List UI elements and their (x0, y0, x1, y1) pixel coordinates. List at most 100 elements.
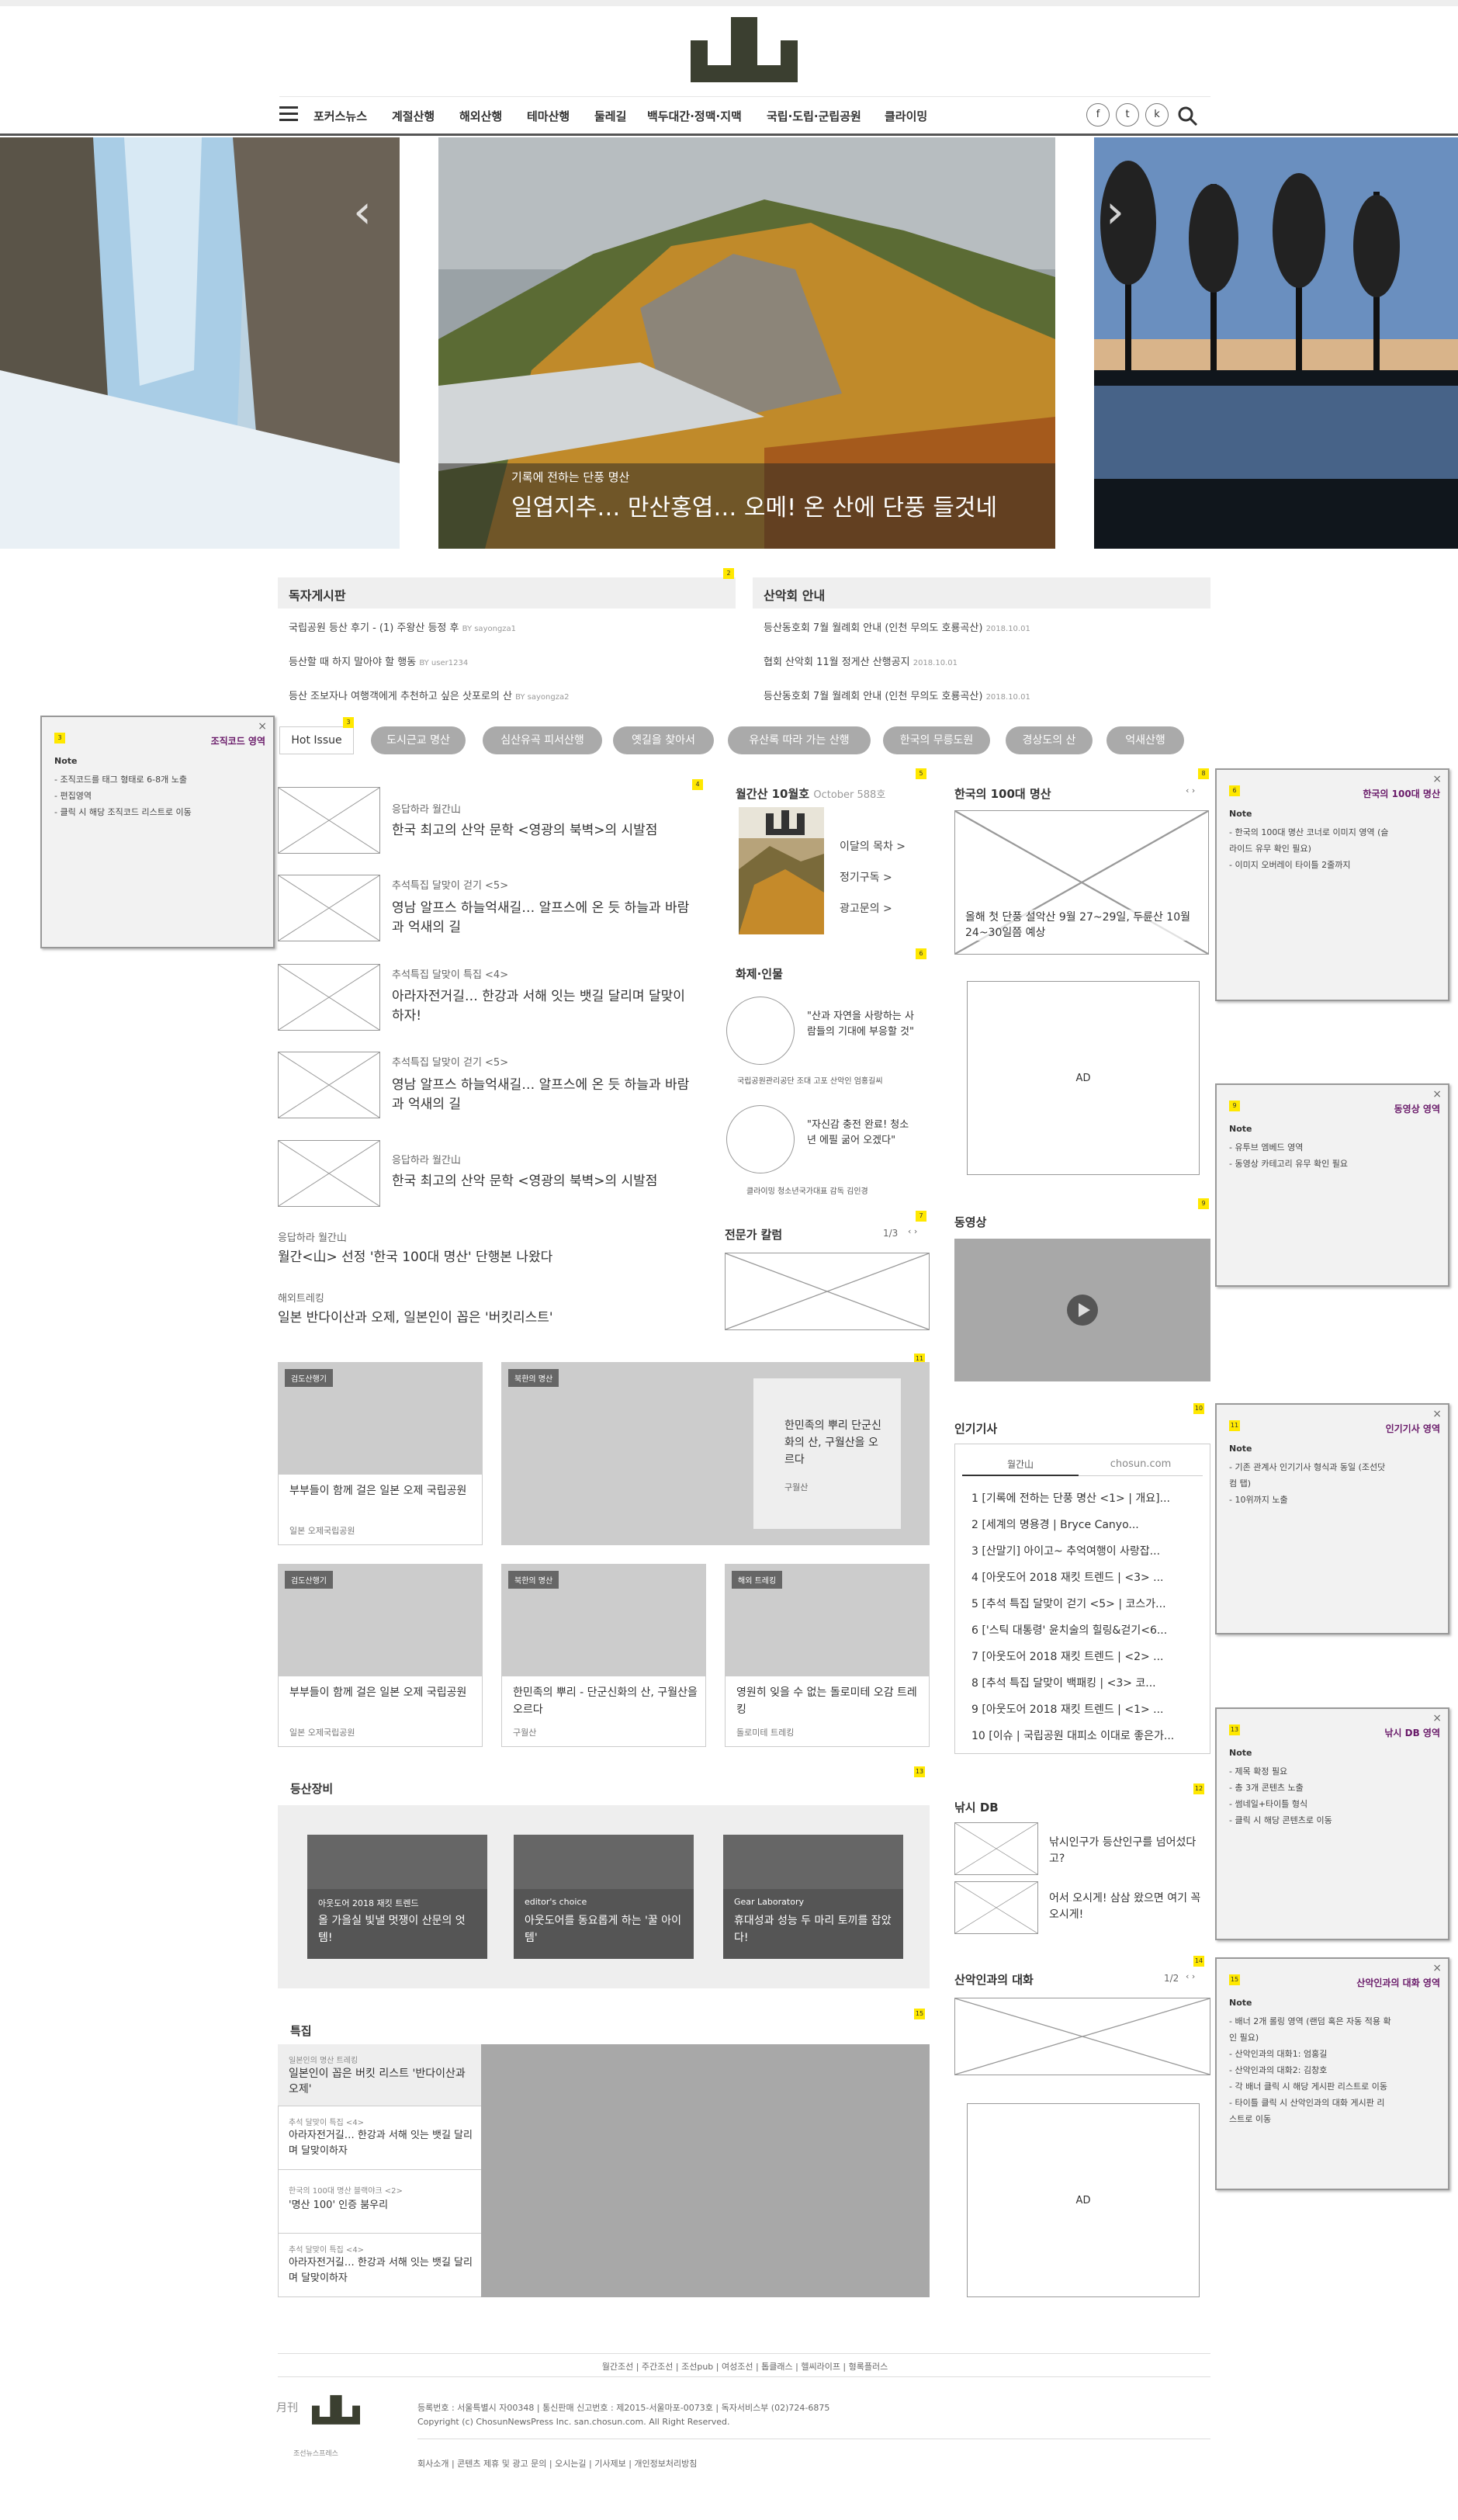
special-image[interactable] (481, 2044, 930, 2297)
popular-tab-chosun[interactable]: chosun.com (1079, 1453, 1203, 1476)
close-icon[interactable]: × (1432, 1712, 1442, 1724)
article-title[interactable]: 일본 반다이산과 오제, 일본인이 꼽은 '버킷리스트' (278, 1309, 697, 1328)
close-icon[interactable]: × (1432, 773, 1442, 785)
hot-issue-tag[interactable]: 경상도의 산 (1006, 726, 1093, 754)
menu-icon[interactable] (279, 106, 298, 122)
nav-item-climbing[interactable]: 클라이밍 (885, 108, 927, 124)
close-icon[interactable]: × (258, 720, 267, 733)
special-item-title[interactable]: '명산 100' 인증 붐우리 (289, 2198, 475, 2213)
hero-prev-arrow[interactable]: ‹ (353, 185, 372, 239)
hero-title[interactable]: 일엽지추… 만산홍엽… 오메! 온 산에 단풍 들것네 (511, 488, 997, 522)
feature-card[interactable]: 검도산행기 부부들이 함께 걸은 일본 오제 국립공원 일본 오제국립공원 (278, 1564, 483, 1747)
article-thumb[interactable] (278, 787, 380, 854)
column-banner[interactable] (725, 1253, 930, 1330)
article-thumb[interactable] (278, 1052, 380, 1118)
article-title[interactable]: 한국 최고의 산악 문학 <영광의 북벽>의 시발점 (392, 1172, 694, 1191)
equipment-card[interactable]: 아웃도어 2018 재킷 트렌드 올 가을실 빛낼 멋쟁이 산문의 엇템! (307, 1835, 487, 1959)
nav-item-season[interactable]: 계절산행 (392, 108, 435, 124)
video-title[interactable]: 동영상 (954, 1214, 986, 1230)
footer-menu[interactable]: 회사소개 | 콘텐츠 제휴 및 광고 문의 | 오시는길 | 기사제보 | 개인… (417, 2457, 697, 2470)
nav-item-trail[interactable]: 둘레길 (594, 108, 626, 124)
hero-next-arrow[interactable]: › (1106, 185, 1124, 239)
feature-card-wide[interactable]: 북한의 명산 한민족의 뿌리 단군신화의 산, 구월산을 오르다 구월산 (501, 1362, 930, 1545)
nav-item-parks[interactable]: 국립·도립·군립공원 (767, 108, 861, 124)
equipment-card[interactable]: Gear Laboratory 휴대성과 성능 두 마리 토끼를 잡았다! (723, 1835, 903, 1959)
facebook-icon[interactable]: f (1086, 103, 1110, 127)
popular-tab-monthly[interactable]: 월간山 (962, 1453, 1079, 1476)
monthly-title[interactable]: 월간산 10월호 October 588호 (736, 785, 885, 802)
article-thumb[interactable] (278, 1140, 380, 1207)
special-item[interactable]: 추석 달맞이 특집 <4> 아라자전거길… 한강과 서해 잇는 뱃길 달리며 달… (278, 2106, 481, 2170)
article-thumb[interactable] (278, 875, 380, 941)
monthly-link-subscribe[interactable]: 정기구독 > (840, 869, 892, 885)
column-title[interactable]: 전문가 칼럼 (725, 1226, 782, 1243)
people-title[interactable]: 화제·인물 (736, 965, 783, 982)
site-logo[interactable] (691, 17, 798, 82)
club-notice-title[interactable]: 산악회 안내 (753, 577, 1210, 608)
popular-item[interactable]: 8 [추석 특집 달맞이 백패킹 | <3> 코... (971, 1675, 1156, 1690)
popular-item[interactable]: 7 [아웃도어 2018 재킷 트렌드 | <2> ... (971, 1648, 1164, 1664)
talk-banner[interactable] (954, 1998, 1210, 2075)
equipment-title-text[interactable]: 아웃도어를 동요롭게 하는 '꿀 아이템' (525, 1912, 684, 1946)
hero-slide-prev[interactable] (0, 137, 400, 549)
article-title[interactable]: 영남 알프스 하늘억새길… 알프스에 온 듯 하늘과 바람과 억새의 길 (392, 899, 694, 938)
person-quote[interactable]: "산과 자연을 사랑하는 사람들의 기대에 부응할 것" (807, 1009, 916, 1040)
card-title[interactable]: 부부들이 함께 걸은 일본 오제 국립공원 (289, 1482, 476, 1499)
popular-title[interactable]: 인기기사 (954, 1420, 997, 1437)
club-notice-item[interactable]: 등산동호회 7월 월례회 안내 (인천 무의도 호룡곡산) 2018.10.01 (764, 619, 1030, 634)
club-notice-item[interactable]: 등산동호회 7월 월례회 안내 (인천 무의도 호룡곡산) 2018.10.01 (764, 688, 1030, 702)
special-item-title[interactable]: 아라자전거길… 한강과 서해 잇는 뱃길 달리며 달맞이하자 (289, 2255, 475, 2286)
play-icon[interactable] (1067, 1295, 1098, 1326)
hot-issue-tag[interactable]: 심산유곡 피서산행 (483, 726, 602, 754)
article-title[interactable]: 영남 알프스 하늘억새길… 알프스에 온 듯 하늘과 바람과 억새의 길 (392, 1076, 694, 1114)
close-icon[interactable]: × (1432, 1408, 1442, 1420)
video-player[interactable] (954, 1239, 1210, 1381)
card-title[interactable]: 한민족의 뿌리 단군신화의 산, 구월산을 오르다 (784, 1417, 885, 1468)
kakao-icon[interactable]: k (1145, 103, 1169, 127)
readers-board-title[interactable]: 독자게시판 (278, 577, 736, 608)
popular-item[interactable]: 4 [아웃도어 2018 재킷 트렌드 | <3> ... (971, 1569, 1164, 1585)
equipment-card[interactable]: editor's choice 아웃도어를 동요롭게 하는 '꿀 아이템' (514, 1835, 694, 1959)
twitter-icon[interactable]: t (1116, 103, 1139, 127)
person-photo[interactable] (726, 1105, 795, 1173)
column-nav-arrows[interactable]: ‹ › (908, 1226, 917, 1236)
fishing-item-title[interactable]: 어서 오시게! 삼삼 왔으면 여기 꼭 오시게! (1049, 1891, 1204, 1923)
popular-item[interactable]: 3 [산말기] 아이고~ 추억여행이 사랑잡... (971, 1543, 1160, 1558)
fishing-thumb[interactable] (954, 1822, 1038, 1875)
popular-item[interactable]: 5 [추석 특집 달맞이 걷기 <5> | 코스가... (971, 1596, 1166, 1611)
close-icon[interactable]: × (1432, 1088, 1442, 1101)
readers-board-item[interactable]: 등산 조보자나 여행객에게 추천하고 싶은 삿포로의 산 BY sayongza… (289, 688, 569, 702)
footer-logo[interactable] (312, 2395, 360, 2425)
hot-issue-tag[interactable]: 한국의 무릉도원 (883, 726, 990, 754)
special-item-active[interactable]: 일본인의 명산 트레킹 일본인이 꼽은 버킷 리스트 '반다이산과 오제' (278, 2044, 481, 2106)
person-photo[interactable] (726, 997, 795, 1065)
search-icon[interactable] (1176, 105, 1198, 127)
article-title[interactable]: 월간<山> 선정 '한국 100대 명산' 단행본 나왔다 (278, 1248, 697, 1267)
feature-card[interactable]: 북한의 명산 한민족의 뿌리 - 단군신화의 산, 구월산을 오르다 구월산 (501, 1564, 706, 1747)
top100-nav-arrows[interactable]: ‹ › (1186, 785, 1195, 796)
fishing-thumb[interactable] (954, 1881, 1038, 1934)
fishing-item-title[interactable]: 낚시인구가 등산인구를 넘어섰다고? (1049, 1835, 1204, 1867)
hot-issue-tag[interactable]: 도시근교 명산 (371, 726, 466, 754)
readers-board-item[interactable]: 등산할 때 하지 말아야 할 행동 BY user1234 (289, 653, 468, 668)
hero-slide-next[interactable] (1094, 137, 1458, 549)
article-title[interactable]: 한국 최고의 산악 문학 <영광의 북벽>의 시발점 (392, 821, 694, 841)
article-thumb[interactable] (278, 964, 380, 1031)
feature-card[interactable]: 해외 트레킹 영원히 잊을 수 없는 돌로미테 오감 트레킹 돌로미테 트레킹 (725, 1564, 930, 1747)
top100-title[interactable]: 한국의 100대 명산 (954, 785, 1051, 802)
fishing-title[interactable]: 낚시 DB (954, 1799, 999, 1815)
special-item-title[interactable]: 일본인이 꼽은 버킷 리스트 '반다이산과 오제' (289, 2066, 475, 2097)
popular-item[interactable]: 9 [아웃도어 2018 재킷 트렌드 | <1> ... (971, 1701, 1164, 1717)
person-quote[interactable]: "자신감 충전 완료! 청소년 에필 굶어 오겠다" (807, 1118, 916, 1149)
monthly-link-ad[interactable]: 광고문의 > (840, 900, 892, 916)
popular-item[interactable]: 6 ['스틱 대통령' 윤치술의 힐링&걷기<6... (971, 1622, 1167, 1638)
nav-item-overseas[interactable]: 해외산행 (459, 108, 502, 124)
ad-banner[interactable]: AD (967, 981, 1200, 1175)
article-title[interactable]: 아라자전거길… 한강과 서해 잇는 뱃길 달리며 달맞이하자! (392, 987, 694, 1026)
popular-item[interactable]: 1 [기록에 전하는 단풍 명산 <1> | 개요]... (971, 1490, 1170, 1506)
equipment-title-text[interactable]: 휴대성과 성능 두 마리 토끼를 잡았다! (734, 1912, 893, 1946)
popular-item[interactable]: 10 [이슈 | 국립공원 대피소 이대로 좋은가... (971, 1728, 1174, 1743)
hot-issue-tag[interactable]: 유산록 따라 가는 산행 (728, 726, 871, 754)
talk-title[interactable]: 산악인과의 대화 (954, 1971, 1034, 1988)
footer-links[interactable]: 월간조선 | 주간조선 | 조선pub | 여성조선 | 톱클래스 | 헬씨라이… (279, 2360, 1210, 2373)
